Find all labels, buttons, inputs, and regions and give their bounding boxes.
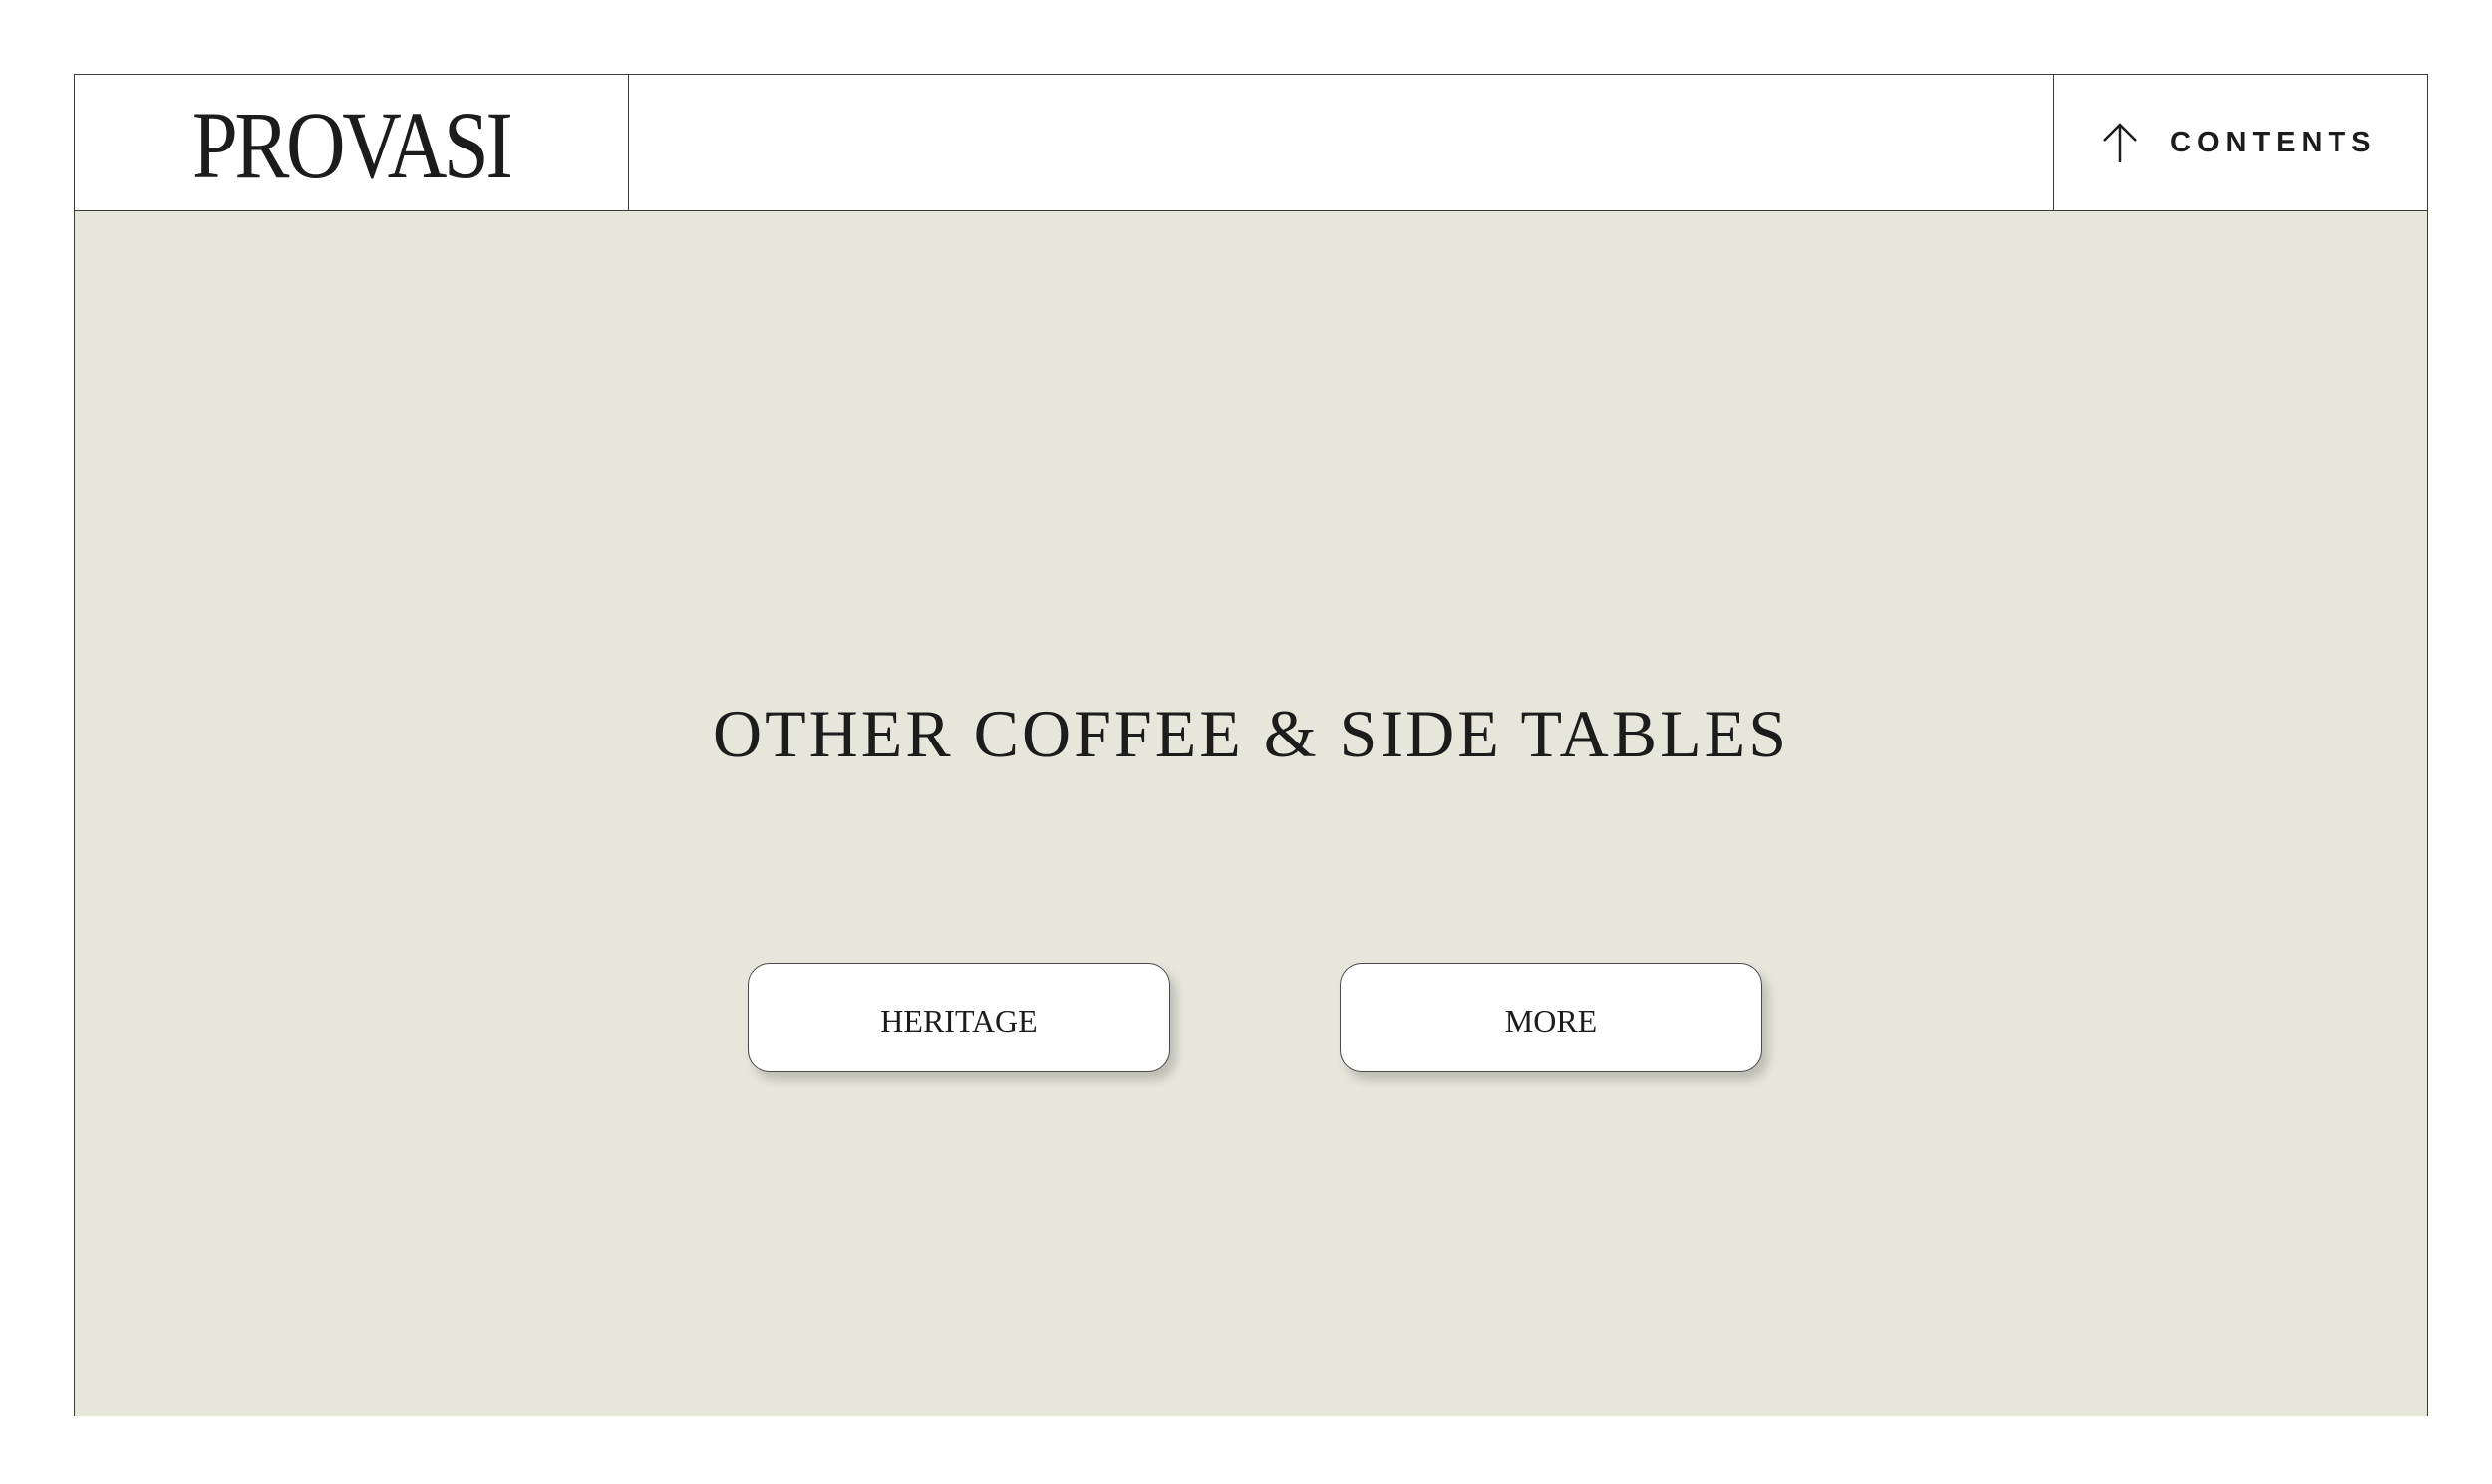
contents-button[interactable]: CONTENTS bbox=[2053, 75, 2427, 210]
hero-section: OTHER COFFEE & SIDE TABLES HERITAGE MORE bbox=[75, 211, 2427, 1416]
page-frame: PROVASI CONTENTS OTHER COFFEE & SIDE TAB… bbox=[74, 74, 2428, 1416]
logo-cell[interactable]: PROVASI bbox=[75, 75, 629, 210]
brand-logo[interactable]: PROVASI bbox=[192, 98, 513, 193]
heritage-button[interactable]: HERITAGE bbox=[748, 963, 1170, 1072]
arrow-up-icon bbox=[2100, 121, 2140, 164]
top-header: PROVASI CONTENTS bbox=[75, 74, 2427, 211]
contents-label: CONTENTS bbox=[2170, 126, 2377, 158]
more-button[interactable]: MORE bbox=[1340, 963, 1762, 1072]
page-title: OTHER COFFEE & SIDE TABLES bbox=[712, 696, 1790, 771]
